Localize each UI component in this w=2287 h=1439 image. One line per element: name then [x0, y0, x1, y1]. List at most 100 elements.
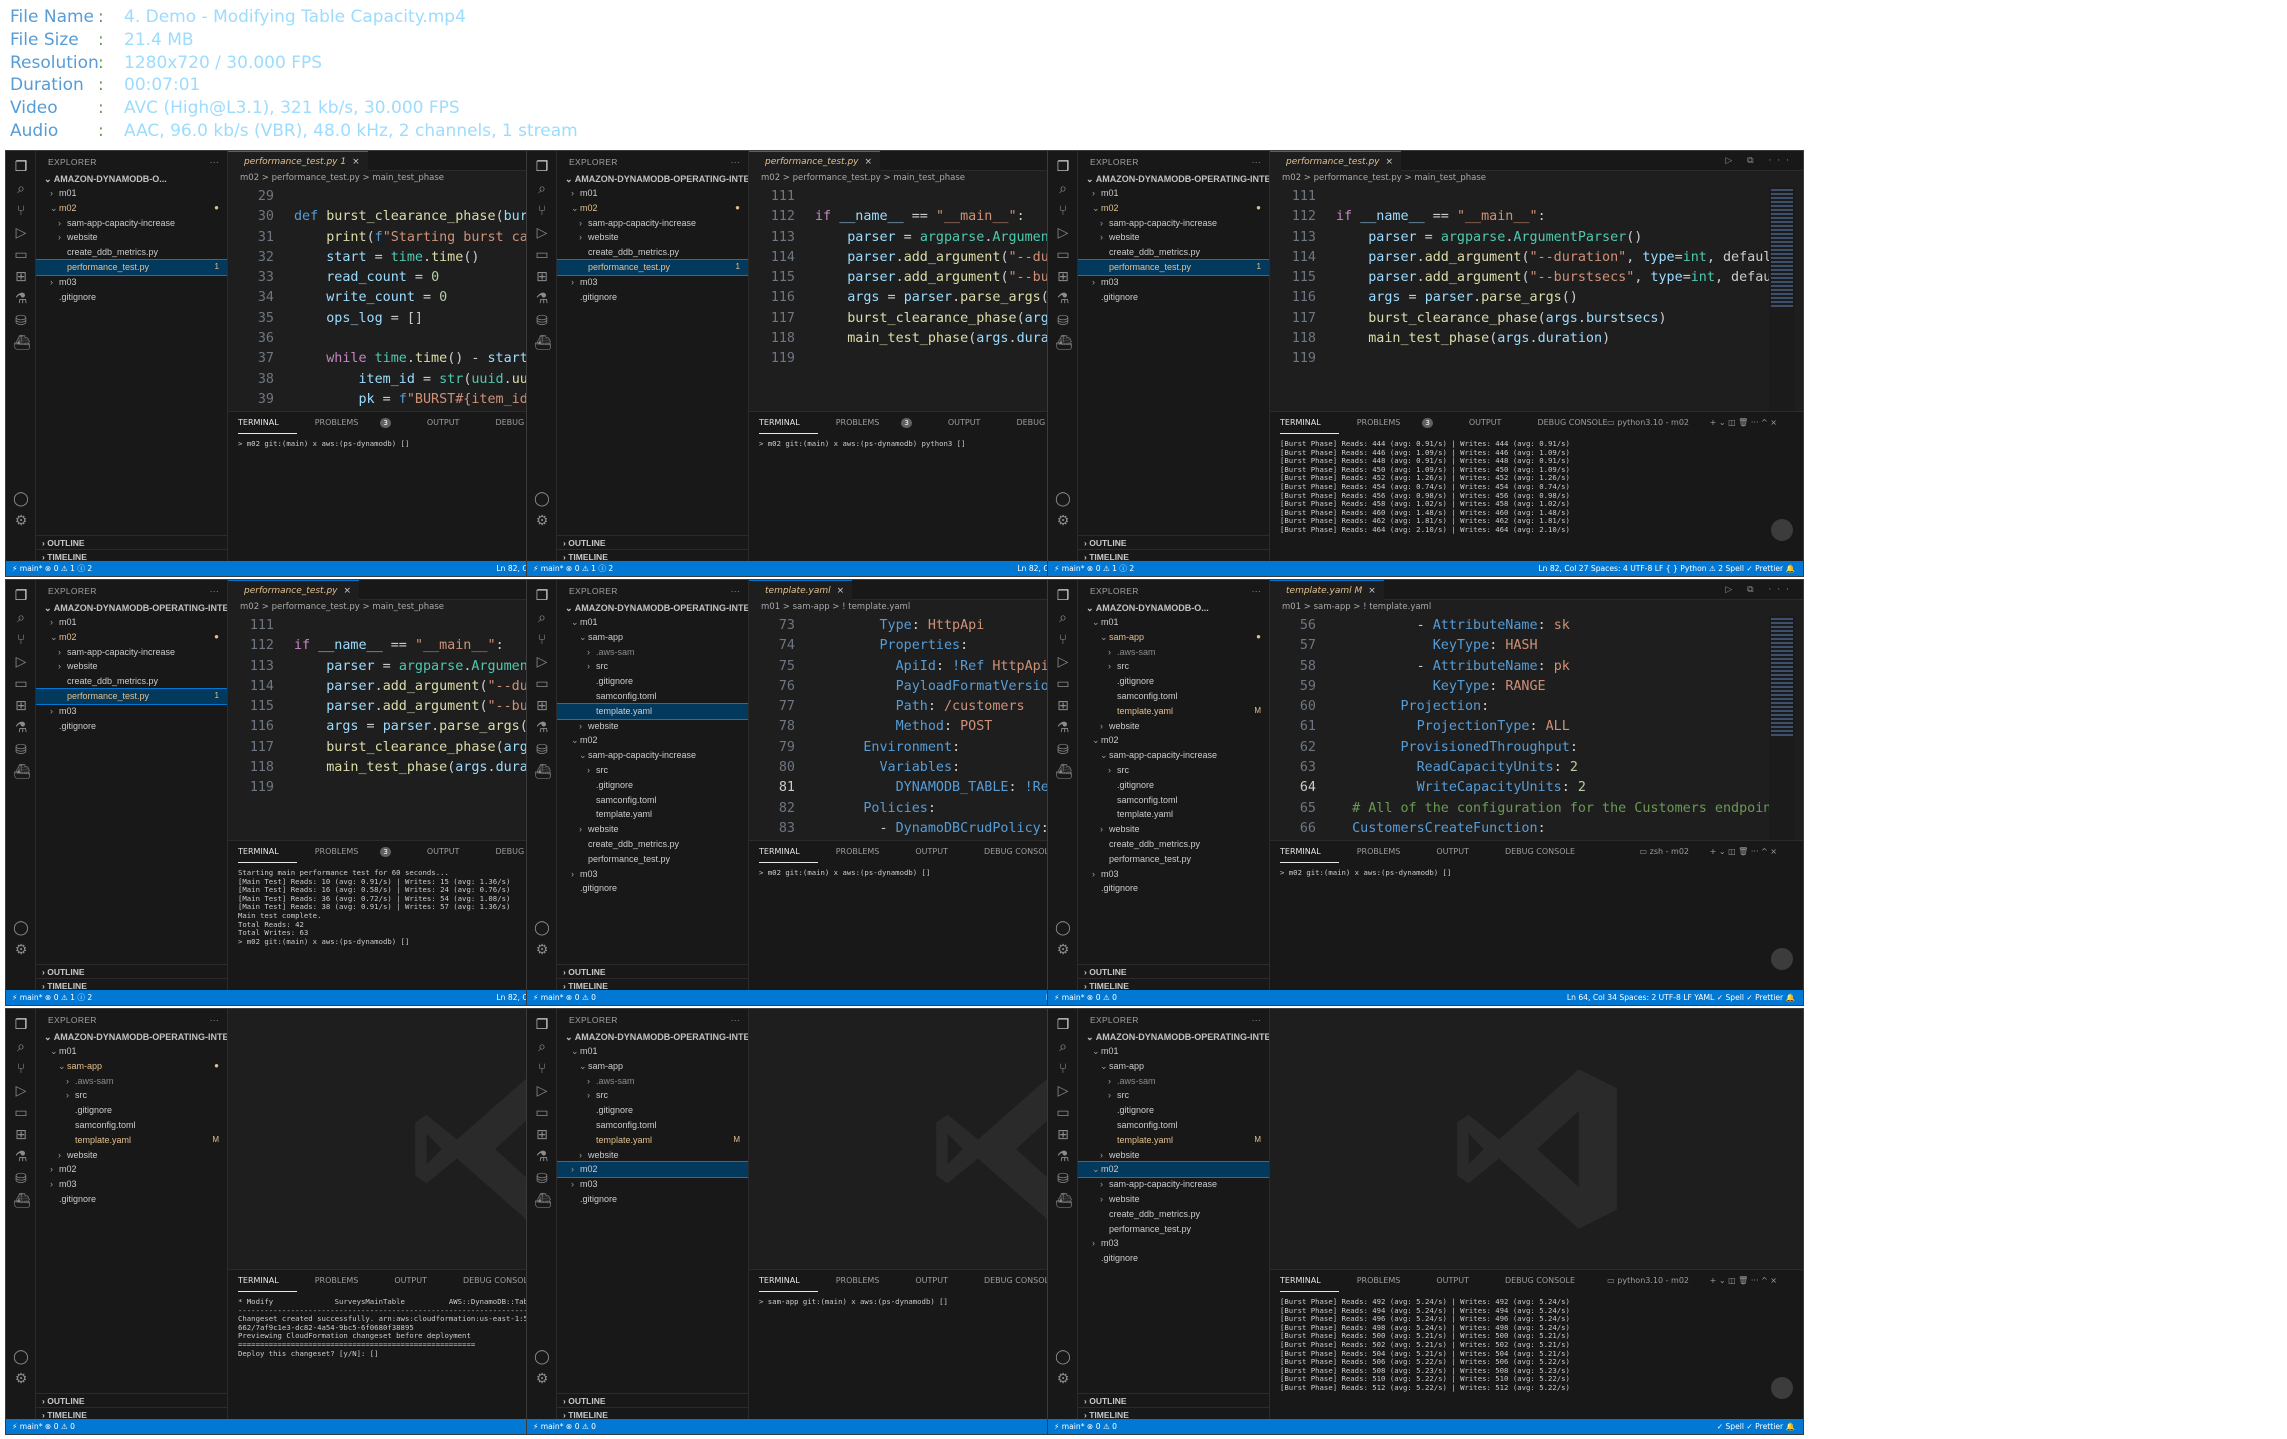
outline-section[interactable]: › OUTLINE: [1078, 1393, 1269, 1407]
database-icon[interactable]: ⛁: [1055, 1171, 1071, 1187]
folder-item[interactable]: › m03: [36, 275, 227, 290]
more-actions-icon[interactable]: ···: [1252, 151, 1261, 173]
status-left[interactable]: ⚡ main* ⊗ 0 ⚠ 1 ⓘ 2: [12, 561, 92, 576]
files-icon[interactable]: ❐: [534, 1017, 550, 1033]
breadcrumb[interactable]: m01 > sam-app > ! template.yaml: [1270, 600, 1803, 615]
account-icon[interactable]: ◯: [534, 920, 550, 936]
folder-item[interactable]: › m01: [36, 615, 227, 630]
extensions-icon[interactable]: ⊞: [13, 269, 29, 285]
account-icon[interactable]: ◯: [1055, 1349, 1071, 1365]
database-icon[interactable]: ⛁: [1055, 313, 1071, 329]
folder-item[interactable]: › m03: [36, 704, 227, 719]
source-control-icon[interactable]: ⑂: [534, 1061, 550, 1077]
code-editor[interactable]: 56 - AttributeName: sk 57 KeyType: HASH 58…: [1270, 616, 1803, 840]
folder-item[interactable]: › .aws-sam: [557, 1074, 748, 1089]
copilot-icon[interactable]: [1771, 1377, 1793, 1399]
gear-icon[interactable]: ⚙: [13, 1371, 29, 1387]
source-control-icon[interactable]: ⑂: [1055, 203, 1071, 219]
folder-item[interactable]: › m03: [1078, 275, 1269, 290]
panel-tab[interactable]: OUTPUT: [1436, 1270, 1487, 1292]
source-control-icon[interactable]: ⑂: [13, 632, 29, 648]
gear-icon[interactable]: ⚙: [534, 942, 550, 958]
folder-item[interactable]: › website: [1078, 822, 1269, 837]
file-item[interactable]: performance_test.py 1: [36, 687, 227, 705]
folder-item[interactable]: › m02: [36, 1162, 227, 1177]
file-item[interactable]: .gitignore: [36, 1192, 227, 1207]
panel-tab[interactable]: PROBLEMS: [836, 1270, 898, 1292]
file-item[interactable]: .gitignore: [1078, 1103, 1269, 1118]
search-icon[interactable]: ⌕: [1055, 181, 1071, 197]
panel-tab[interactable]: OUTPUT: [1436, 841, 1487, 863]
editor-tab[interactable]: template.yaml ×: [749, 580, 853, 600]
close-icon[interactable]: ×: [864, 157, 872, 167]
folder-item[interactable]: ⌄m01: [557, 1044, 748, 1059]
terminal-output[interactable]: [Burst Phase] Reads: 444 (avg: 0.91/s) |…: [1270, 434, 1803, 562]
panel-tab[interactable]: OUTPUT: [427, 841, 478, 863]
editor-actions[interactable]: ▷ ⧉ ···: [1725, 156, 1795, 166]
folder-item[interactable]: ⌄m01: [1078, 615, 1269, 630]
testing-icon[interactable]: ⚗: [13, 720, 29, 736]
extensions-icon[interactable]: ⊞: [534, 269, 550, 285]
docker-icon[interactable]: ⛴: [534, 1193, 552, 1209]
panel-tab[interactable]: TERMINAL: [1280, 841, 1339, 863]
folder-item[interactable]: ⌄m02: [1078, 733, 1269, 748]
status-left[interactable]: ⚡ main* ⊗ 0 ⚠ 1 ⓘ 2: [12, 990, 92, 1005]
file-item[interactable]: .gitignore: [1078, 881, 1269, 896]
run-debug-icon[interactable]: ▷: [13, 225, 29, 241]
file-item[interactable]: performance_test.py 1: [1078, 258, 1269, 276]
folder-item[interactable]: ⌄m02: [1078, 1161, 1269, 1179]
folder-item[interactable]: ⌄sam-app-capacity-increase: [1078, 748, 1269, 763]
workspace-root[interactable]: ⌄ AMAZON-DYNAMODB-OPERATING-INTEG...: [36, 1031, 227, 1044]
editor-tab[interactable]: performance_test.py ×: [1270, 151, 1402, 171]
database-icon[interactable]: ⛁: [13, 313, 29, 329]
folder-item[interactable]: › website: [557, 822, 748, 837]
panel-tab[interactable]: PROBLEMS 3: [315, 841, 409, 863]
folder-item[interactable]: › website: [557, 719, 748, 734]
status-left[interactable]: ⚡ main* ⊗ 0 ⚠ 0: [1054, 990, 1117, 1005]
account-icon[interactable]: ◯: [1055, 491, 1071, 507]
file-item[interactable]: .gitignore: [557, 290, 748, 305]
remote-explorer-icon[interactable]: ▭: [13, 1105, 29, 1121]
panel-tab[interactable]: OUTPUT: [1469, 412, 1520, 434]
database-icon[interactable]: ⛁: [13, 1171, 29, 1187]
panel-tab[interactable]: PROBLEMS: [836, 841, 898, 863]
source-control-icon[interactable]: ⑂: [534, 203, 550, 219]
folder-item[interactable]: › website: [557, 230, 748, 245]
docker-icon[interactable]: ⛴: [1055, 335, 1073, 351]
source-control-icon[interactable]: ⑂: [1055, 1061, 1071, 1077]
file-item[interactable]: template.yaml: [1078, 807, 1269, 822]
more-actions-icon[interactable]: ···: [1252, 580, 1261, 602]
breadcrumb[interactable]: m02 > performance_test.py > main_test_ph…: [1270, 171, 1803, 186]
docker-icon[interactable]: ⛴: [1055, 764, 1073, 780]
close-icon[interactable]: ×: [1368, 586, 1376, 596]
folder-item[interactable]: › sam-app-capacity-increase: [1078, 216, 1269, 231]
folder-item[interactable]: › website: [1078, 230, 1269, 245]
extensions-icon[interactable]: ⊞: [13, 698, 29, 714]
testing-icon[interactable]: ⚗: [1055, 720, 1071, 736]
file-item[interactable]: template.yaml: [557, 807, 748, 822]
file-item[interactable]: .gitignore: [557, 674, 748, 689]
testing-icon[interactable]: ⚗: [534, 720, 550, 736]
folder-item[interactable]: › src: [1078, 763, 1269, 778]
file-item[interactable]: create_ddb_metrics.py: [36, 245, 227, 260]
file-item[interactable]: template.yaml M: [1078, 1133, 1269, 1148]
files-icon[interactable]: ❐: [534, 588, 550, 604]
folder-item[interactable]: ⌄m02: [557, 733, 748, 748]
folder-item[interactable]: › m01: [557, 186, 748, 201]
panel-tab[interactable]: PROBLEMS 3: [836, 412, 930, 434]
gear-icon[interactable]: ⚙: [534, 1371, 550, 1387]
files-icon[interactable]: ❐: [13, 159, 29, 175]
terminal-selector[interactable]: ▭ python3.10 - m02 + ⌄ ◫ 🗑 ··· ^ ×: [1607, 412, 1777, 434]
folder-item[interactable]: › .aws-sam: [1078, 1074, 1269, 1089]
testing-icon[interactable]: ⚗: [534, 291, 550, 307]
panel-tab[interactable]: DEBUG CONSOLE: [1505, 841, 1593, 863]
panel-tab[interactable]: TERMINAL: [238, 1270, 297, 1292]
folder-item[interactable]: › sam-app-capacity-increase: [557, 216, 748, 231]
more-actions-icon[interactable]: ···: [1252, 1009, 1261, 1031]
file-item[interactable]: performance_test.py: [1078, 852, 1269, 867]
more-actions-icon[interactable]: ···: [210, 151, 219, 173]
close-icon[interactable]: ×: [1385, 157, 1393, 167]
more-actions-icon[interactable]: ···: [210, 580, 219, 602]
folder-item[interactable]: › m02: [557, 1161, 748, 1179]
folder-item[interactable]: › sam-app-capacity-increase: [36, 645, 227, 660]
